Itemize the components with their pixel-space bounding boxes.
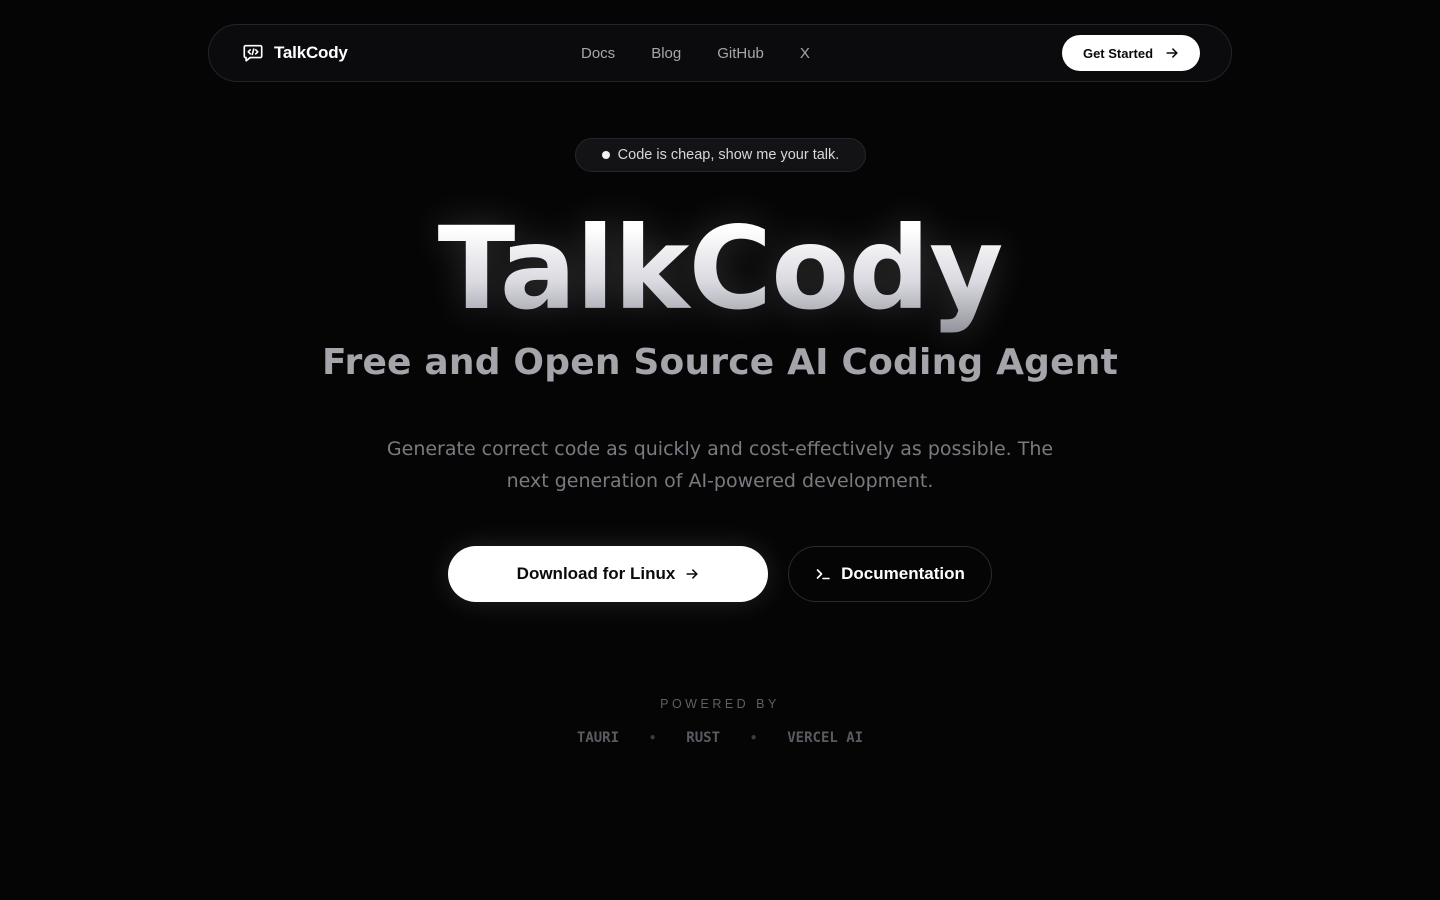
powered-separator: •: [750, 731, 758, 745]
powered-item-tauri: TAURI: [576, 730, 620, 746]
tagline-badge: Code is cheap, show me your talk.: [575, 138, 866, 172]
status-dot-icon: [601, 151, 610, 159]
documentation-button[interactable]: Documentation: [788, 546, 992, 602]
get-started-button[interactable]: Get Started: [1062, 35, 1200, 71]
hero-description: Generate correct code as quickly and cos…: [386, 438, 1054, 492]
brand-logo-link[interactable]: TalkCody: [242, 25, 348, 81]
tagline-text: Code is cheap, show me your talk.: [617, 147, 840, 163]
download-linux-button[interactable]: Download for Linux: [448, 546, 768, 602]
nav-link-blog[interactable]: Blog: [651, 45, 681, 62]
chat-code-icon: [243, 44, 263, 62]
get-started-label: Get Started: [1082, 45, 1154, 61]
powered-by-list: TAURI • RUST • VERCEL AI: [0, 730, 1440, 746]
nav-link-docs[interactable]: Docs: [581, 45, 615, 62]
nav-link-github[interactable]: GitHub: [717, 45, 764, 62]
powered-item-vercel-ai: VERCEL AI: [787, 730, 864, 746]
hero-title: TalkCody: [0, 202, 1440, 336]
arrow-right-icon: [1166, 48, 1178, 58]
arrow-right-icon: [686, 569, 698, 579]
hero-subtitle: Free and Open Source AI Coding Agent: [322, 342, 1118, 383]
powered-item-rust: RUST: [686, 730, 720, 746]
documentation-label: Documentation: [841, 564, 965, 583]
download-linux-label: Download for Linux: [516, 564, 676, 583]
terminal-icon: [816, 569, 830, 580]
powered-by-label: POWERED BY: [660, 697, 780, 711]
nav-link-x[interactable]: X: [800, 45, 810, 62]
nav-links: Docs Blog GitHub X: [581, 25, 810, 81]
brand-name: TalkCody: [274, 43, 348, 62]
navbar: TalkCody Docs Blog GitHub X Get Started: [208, 24, 1232, 82]
powered-separator: •: [649, 731, 657, 745]
